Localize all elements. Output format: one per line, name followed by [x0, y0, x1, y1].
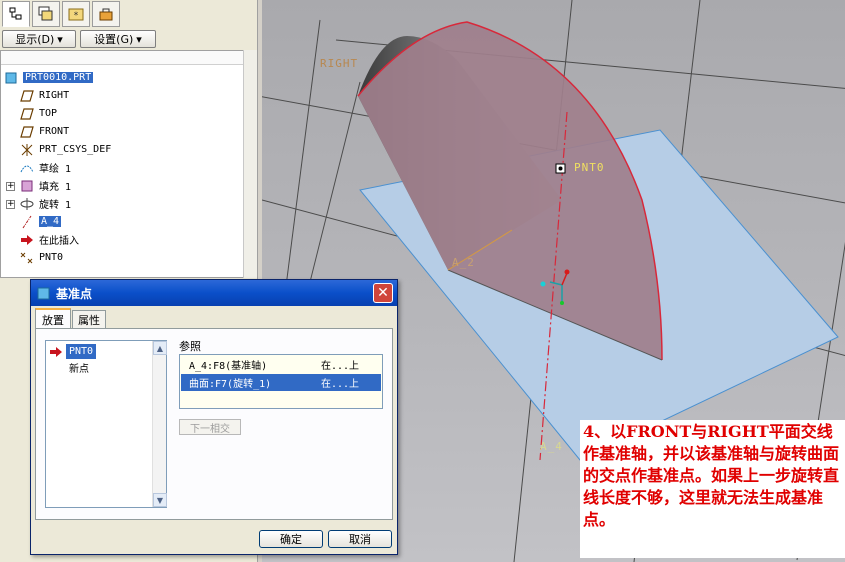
csys-x-marker: [540, 281, 546, 287]
insert-here-arrow-icon: [19, 233, 35, 247]
sketch-icon: [19, 161, 35, 175]
toolbox-icon: [99, 8, 113, 21]
datum-axis-icon: [19, 215, 35, 229]
references-label: 参照: [179, 340, 201, 353]
layers-icon: [38, 6, 53, 21]
csys-y-marker: [564, 269, 570, 275]
datum-point-icon: [19, 251, 35, 265]
tree-item-label: TOP: [39, 108, 58, 119]
layers-button[interactable]: [32, 1, 60, 27]
datum-plane-icon: [19, 89, 35, 103]
tree-icon: [9, 7, 22, 20]
axis-a2-label: A_2: [452, 256, 475, 269]
display-dropdown-label: 显示(D): [15, 33, 55, 46]
ok-button[interactable]: 确定: [259, 530, 323, 548]
tree-item-label: FRONT: [39, 126, 70, 137]
datum-point-dot: [558, 166, 563, 171]
reference-name: 曲面:F7(旋转_1): [189, 379, 272, 390]
point-label: PNT0: [574, 161, 605, 174]
tab-label: 属性: [78, 314, 100, 327]
tools-button[interactable]: [92, 1, 120, 27]
datum-plane-icon: [19, 125, 35, 139]
reference-row[interactable]: A_4:F8(基准轴) 在...上: [181, 356, 381, 373]
reference-constraint[interactable]: 在...上: [321, 357, 359, 372]
tree-item-label: 在此插入: [39, 236, 79, 247]
point-item-new[interactable]: 新点: [66, 360, 92, 375]
tree-menu-row: 显示(D) ▾ 设置(G) ▾: [0, 29, 258, 49]
folder-star-icon: *: [68, 8, 84, 21]
part-icon: [37, 287, 50, 299]
panel-icon-toolbar: *: [0, 0, 258, 28]
part-icon: [3, 71, 19, 85]
csys-icon: [19, 143, 35, 157]
tree-scrollbar[interactable]: [243, 50, 257, 278]
axis-a4-label: A_4: [540, 440, 563, 453]
settings-dropdown-label: 设置(G): [94, 33, 134, 46]
reference-constraint[interactable]: 在...上: [321, 375, 359, 390]
right-plane-label: RIGHT: [320, 57, 359, 70]
scroll-down-icon[interactable]: ▼: [153, 493, 167, 507]
csys-z-marker: [560, 301, 564, 305]
tree-item-point[interactable]: PNT0: [19, 249, 63, 266]
tree-item-label: RIGHT: [39, 90, 70, 101]
tree-item-insert-here[interactable]: 在此插入: [19, 231, 79, 248]
tree-item-label: PRT_CSYS_DEF: [39, 144, 112, 155]
next-intersection-button[interactable]: 下一相交: [179, 419, 241, 435]
tree-item-front[interactable]: FRONT: [19, 123, 69, 140]
tutorial-annotation: 4、以FRONT与RIGHT平面交线作基准轴，并以该基准轴与旋转曲面的交点作基准…: [580, 420, 845, 558]
tree-item-label: A_4: [39, 216, 62, 227]
tree-item-label: PNT0: [39, 252, 64, 263]
tab-placement[interactable]: 放置: [35, 308, 71, 329]
svg-text:*: *: [74, 11, 79, 21]
tree-item-label: 草绘 1: [39, 164, 72, 175]
chevron-down-icon: ▾: [57, 32, 63, 46]
tree-item-sketch[interactable]: 草绘 1: [19, 159, 71, 176]
tab-label: 放置: [42, 313, 64, 327]
tree-item-top[interactable]: TOP: [19, 105, 57, 122]
tree-item-fill[interactable]: 填充 1: [19, 177, 71, 194]
cancel-button[interactable]: 取消: [328, 530, 392, 548]
tree-item-axis[interactable]: A_4: [19, 213, 62, 230]
tab-properties[interactable]: 属性: [72, 310, 106, 329]
model-tree-tab-button[interactable]: [2, 1, 30, 27]
reference-row[interactable]: 曲面:F7(旋转_1) 在...上: [181, 374, 381, 391]
close-button[interactable]: ✕: [373, 283, 393, 303]
model-tree: PRT0010.PRT RIGHT TOP FRONT PRT_CSYS_DEF…: [0, 50, 244, 278]
point-item-pnt0[interactable]: PNT0: [66, 344, 97, 359]
current-arrow-icon: [50, 347, 62, 357]
settings-dropdown[interactable]: 设置(G) ▾: [80, 30, 156, 48]
dialog-title-bar[interactable]: 基准点: [31, 280, 397, 306]
reference-name: A_4:F8(基准轴): [189, 361, 268, 372]
chevron-down-icon: ▾: [136, 32, 142, 46]
scroll-up-icon[interactable]: ▲: [153, 341, 167, 355]
favorites-button[interactable]: *: [62, 1, 90, 27]
point-list[interactable]: PNT0 新点 ▲ ▼: [45, 340, 167, 508]
tree-root-label: PRT0010.PRT: [23, 72, 94, 83]
tree-item-right[interactable]: RIGHT: [19, 87, 69, 104]
tree-item-label: 旋转 1: [39, 200, 72, 211]
tree-item-revolve[interactable]: 旋转 1: [19, 195, 71, 212]
close-icon: ✕: [377, 285, 389, 301]
dialog-title: 基准点: [56, 286, 93, 301]
references-table[interactable]: A_4:F8(基准轴) 在...上 曲面:F7(旋转_1) 在...上: [179, 354, 383, 409]
display-dropdown[interactable]: 显示(D) ▾: [2, 30, 76, 48]
datum-plane-icon: [19, 107, 35, 121]
revolve-icon: [19, 197, 35, 211]
tree-column-header: [1, 51, 243, 65]
datum-point-dialog: 基准点 ✕ 放置 属性 PNT0 新点 ▲ ▼ 参照 A_4:F8(基准轴) 在…: [30, 279, 398, 555]
fill-icon: [19, 179, 35, 193]
tree-item-csys[interactable]: PRT_CSYS_DEF: [19, 141, 111, 158]
tree-root[interactable]: PRT0010.PRT: [3, 69, 94, 86]
expand-toggle[interactable]: +: [6, 182, 15, 191]
expand-toggle[interactable]: +: [6, 200, 15, 209]
tree-item-label: 填充 1: [39, 182, 72, 193]
list-scrollbar[interactable]: ▲ ▼: [152, 341, 167, 507]
